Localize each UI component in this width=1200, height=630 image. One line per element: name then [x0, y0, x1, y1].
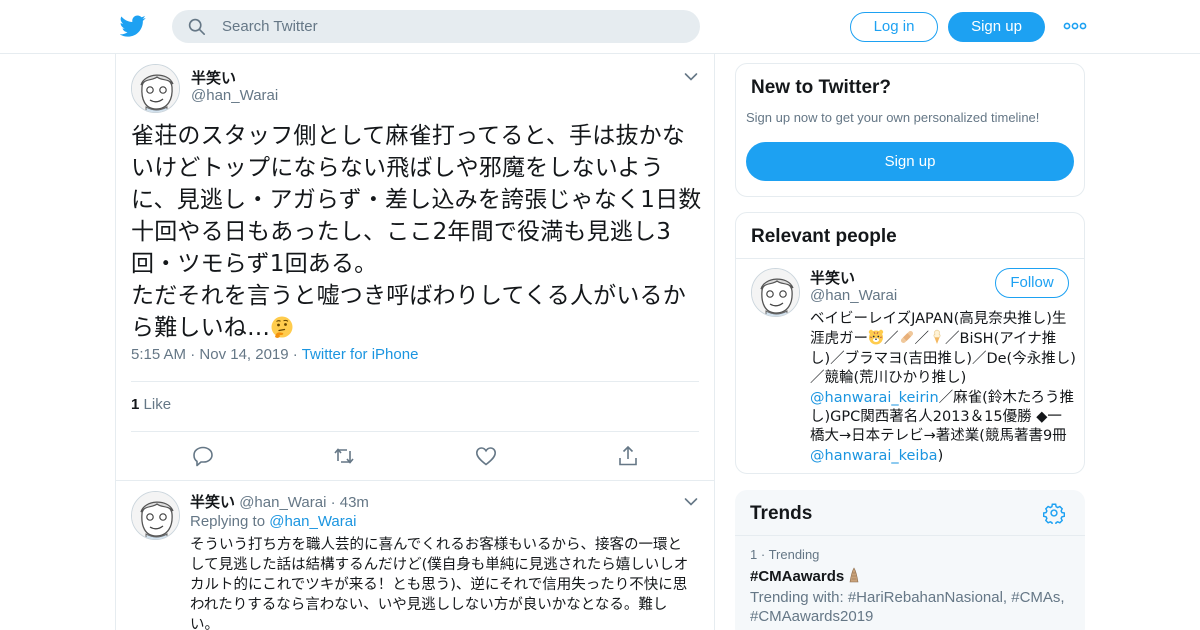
login-button[interactable]: Log in: [850, 12, 938, 42]
replying-to-label: Replying to: [190, 513, 266, 530]
card-subtitle: Sign up now to get your own personalized…: [746, 110, 1040, 125]
reply-author-handle[interactable]: @han_Warai: [239, 494, 326, 511]
divider: [131, 431, 699, 432]
person-name[interactable]: 半笑い: [810, 267, 855, 288]
bio-link-keiba[interactable]: @hanwarai_keiba: [810, 448, 938, 464]
search-box[interactable]: [172, 10, 700, 43]
reply-author-name[interactable]: 半笑い: [190, 494, 235, 511]
search-icon: [188, 18, 206, 36]
new-to-twitter-card: New to Twitter? Sign up now to get your …: [735, 63, 1085, 197]
person-bio: ベイビーレイズJAPAN(高見奈央推し)生涯虎ガー ／ ／ ／BiSH(アイナ推…: [810, 310, 1076, 466]
trends-card: Trends 1 · Trending #CMAawards Trending …: [735, 490, 1085, 630]
divider: [735, 535, 1085, 536]
chevron-down-icon[interactable]: [684, 497, 698, 507]
avatar[interactable]: [751, 268, 800, 317]
avatar[interactable]: [131, 64, 180, 113]
trend-hashtag[interactable]: #CMAawards: [750, 567, 860, 585]
trend-label: Trending: [768, 547, 820, 562]
like-count: 1: [131, 396, 140, 413]
meta-separator: ·: [292, 346, 302, 363]
avatar[interactable]: [131, 491, 180, 540]
trend-related-label: Trending with:: [750, 589, 844, 606]
trend-meta: 1 · Trending: [750, 547, 819, 562]
more-dots-icon[interactable]: [1063, 18, 1087, 34]
reply-tweet[interactable]: 半笑い @han_Warai · 43m Replying to @han_Wa…: [116, 480, 714, 630]
retweet-icon[interactable]: [332, 444, 356, 468]
tweet-column: 半笑い @han_Warai 雀荘のスタッフ側として麻雀打ってると、手は抜かない…: [115, 54, 715, 630]
tweet-meta: 5:15 AM · Nov 14, 2019 · Twitter for iPh…: [131, 346, 418, 363]
trend-rank: 1: [750, 547, 758, 562]
bio-text: ／: [884, 331, 899, 348]
bandage-emoji-icon: [900, 331, 913, 344]
card-title: New to Twitter?: [751, 77, 892, 98]
avatar-illustration-icon: [132, 65, 179, 112]
card-title: Relevant people: [751, 226, 897, 247]
chevron-down-icon[interactable]: [684, 72, 698, 82]
divider: [736, 258, 1084, 259]
trend-related: Trending with: #HariRebahanNasional, #CM…: [750, 588, 1070, 626]
meta-separator: ·: [760, 547, 769, 562]
soft-ice-cream-emoji-icon: [933, 330, 941, 345]
thinking-face-emoji-icon: [271, 316, 293, 338]
cma-trophy-icon: [850, 567, 859, 583]
divider: [131, 381, 699, 382]
meta-separator: ·: [330, 494, 340, 511]
tiger-face-emoji-icon: [868, 330, 884, 345]
tweet-time: 5:15 AM: [131, 346, 187, 363]
tweet-text-body: 雀荘のスタッフ側として麻雀打ってると、手は抜かないけどトップにならない飛ばしや邪…: [131, 123, 702, 341]
like-count-label: Like: [143, 396, 172, 413]
gear-icon[interactable]: [1043, 502, 1065, 524]
trend-hashtag-text: #CMAawards: [750, 568, 845, 585]
avatar-illustration-icon: [752, 269, 799, 316]
meta-separator: ·: [190, 346, 200, 363]
reply-text: そういう打ち方を職人芸的に喜んでくれるお客様もいるから、接客の一環として見逃した…: [190, 537, 689, 630]
card-title: Trends: [750, 503, 813, 524]
relevant-people-card: Relevant people 半笑い @han_Warai Follow ベイ…: [735, 212, 1085, 474]
share-icon[interactable]: [616, 444, 640, 468]
top-navigation-bar: Log in Sign up: [0, 0, 1200, 54]
signup-button[interactable]: Sign up: [948, 12, 1045, 42]
search-input[interactable]: [222, 10, 682, 43]
bio-text: ／: [914, 331, 930, 348]
signup-button[interactable]: Sign up: [746, 142, 1074, 181]
tweet-author-name[interactable]: 半笑い: [191, 67, 236, 88]
reply-header: 半笑い @han_Warai · 43m: [190, 491, 369, 512]
person-handle[interactable]: @han_Warai: [810, 287, 897, 304]
reply-age[interactable]: 43m: [340, 494, 369, 511]
tweet-source-link[interactable]: Twitter for iPhone: [302, 346, 419, 363]
avatar-illustration-icon: [132, 492, 179, 539]
reply-icon[interactable]: [191, 444, 215, 468]
tweet-text: 雀荘のスタッフ側として麻雀打ってると、手は抜かないけどトップにならない飛ばしや邪…: [131, 120, 703, 344]
replying-to: Replying to @han_Warai: [190, 513, 356, 530]
tweet-date[interactable]: Nov 14, 2019: [199, 346, 288, 363]
tweet-author-handle[interactable]: @han_Warai: [191, 87, 278, 104]
heart-icon[interactable]: [474, 444, 498, 468]
follow-button[interactable]: Follow: [995, 268, 1069, 298]
twitter-bird-logo-icon[interactable]: [120, 13, 146, 39]
like-count-stat[interactable]: 1 Like: [131, 396, 171, 413]
replying-to-handle-link[interactable]: @han_Warai: [269, 513, 356, 530]
bio-text: ): [937, 447, 944, 464]
bio-link-keirin[interactable]: @hanwarai_keirin: [810, 390, 939, 406]
